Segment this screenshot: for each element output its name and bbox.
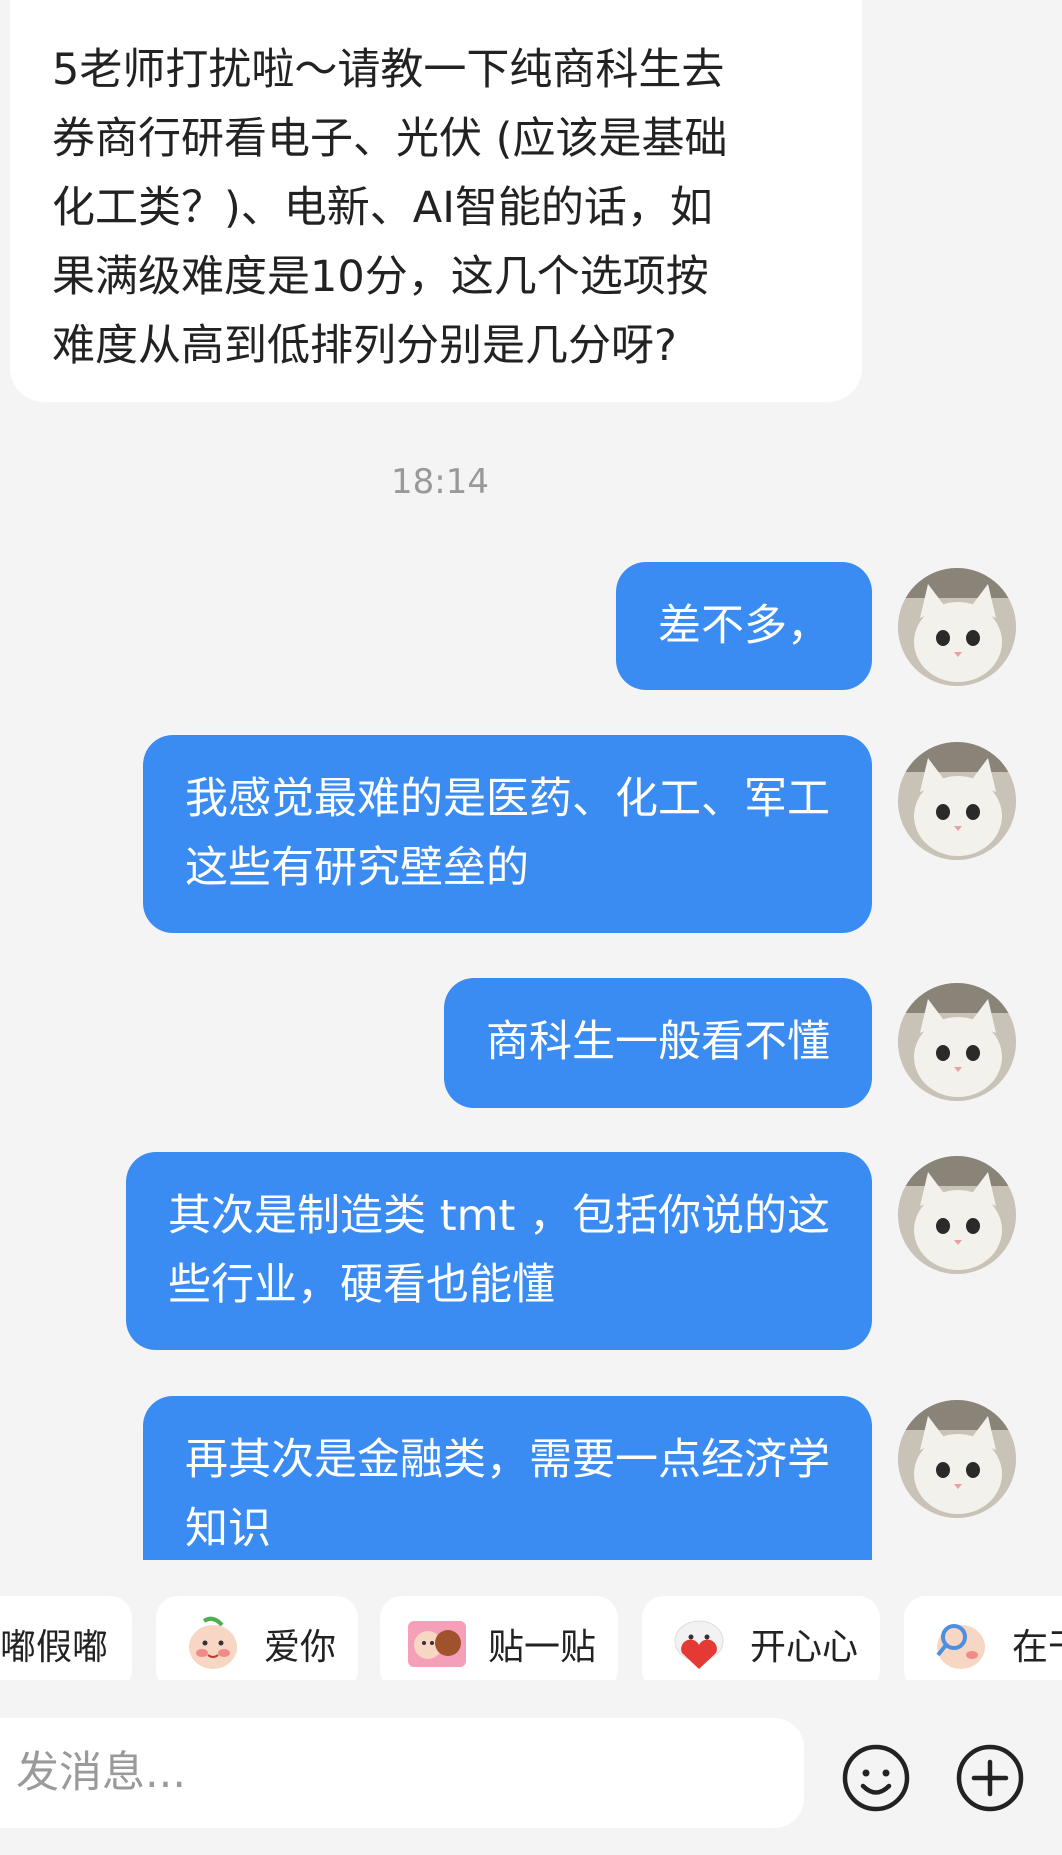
user-avatar[interactable] <box>898 568 1016 686</box>
user-avatar[interactable] <box>898 1156 1016 1274</box>
message-text-line: 商科生一般看不懂 <box>486 1017 830 1067</box>
sticker-chip[interactable]: 贴一贴 <box>380 1596 618 1680</box>
add-icon[interactable] <box>954 1742 1026 1814</box>
peeking-face-icon <box>936 1624 985 1669</box>
cat-avatar-icon <box>898 1156 1016 1274</box>
sticker-label: 嘟假嘟 <box>0 1627 109 1668</box>
sticker-label: 爱你 <box>264 1627 337 1668</box>
message-composer <box>0 1690 1062 1855</box>
user-avatar[interactable] <box>898 1400 1016 1518</box>
message-text-line: 这些有研究壁垒的 <box>185 843 529 893</box>
message-text-line: 券商行研看电子、光伏 (应该是基础 <box>52 114 728 164</box>
message-text-line: 化工类？)、电新、AI智能的话，如 <box>52 183 713 233</box>
emoji-icon[interactable] <box>840 1742 912 1814</box>
heart-holding-face-icon <box>674 1620 724 1669</box>
sticker-chip[interactable]: 在干 <box>904 1596 1062 1680</box>
message-text-line: 其次是制造类 tmt ，包括你说的这 <box>168 1191 830 1241</box>
cat-avatar-icon <box>898 568 1016 686</box>
incoming-message-bubble: 5老师打扰啦～请教一下纯商科生去 券商行研看电子、光伏 (应该是基础 化工类？)… <box>10 0 862 402</box>
outgoing-message-bubble: 其次是制造类 tmt ，包括你说的这 些行业，硬看也能懂 <box>126 1152 872 1350</box>
message-text-line: 5老师打扰啦～请教一下纯商科生去 <box>52 45 725 95</box>
user-avatar[interactable] <box>898 983 1016 1101</box>
user-avatar[interactable] <box>898 742 1016 860</box>
sticker-label: 贴一贴 <box>488 1627 597 1668</box>
cat-avatar-icon <box>898 742 1016 860</box>
message-text-line: 我感觉最难的是医药、化工、军工 <box>185 774 830 824</box>
message-text-line: 知识 <box>185 1504 271 1554</box>
message-text-line: 些行业，硬看也能懂 <box>168 1260 556 1310</box>
message-text-line: 果满级难度是10分，这几个选项按 <box>52 252 709 302</box>
message-input[interactable] <box>0 1718 804 1828</box>
outgoing-message-bubble: 商科生一般看不懂 <box>444 978 872 1108</box>
message-text-line: 难度从高到低排列分别是几分呀? <box>52 321 677 371</box>
hugging-faces-icon <box>408 1621 466 1667</box>
sticker-chip[interactable]: 开心心 <box>642 1596 880 1680</box>
message-text-line: 再其次是金融类，需要一点经济学 <box>185 1435 830 1485</box>
outgoing-message-bubble: 我感觉最难的是医药、化工、军工 这些有研究壁垒的 <box>143 735 872 933</box>
cat-avatar-icon <box>898 1400 1016 1518</box>
sticker-chip[interactable]: 爱你 <box>156 1596 358 1680</box>
cat-avatar-icon <box>898 983 1016 1101</box>
sticker-label: 开心心 <box>750 1627 859 1668</box>
sticker-label: 在干 <box>1012 1627 1062 1668</box>
message-text-line: 差不多， <box>658 601 830 651</box>
sticker-suggestion-bar: 嘟假嘟 爱你 贴一贴 开心心 在 <box>0 1560 1062 1680</box>
blushing-face-icon <box>189 1616 237 1669</box>
message-timestamp: 18:14 <box>391 462 489 502</box>
sticker-chip[interactable]: 嘟假嘟 <box>0 1596 132 1680</box>
outgoing-message-bubble: 差不多， <box>616 562 872 690</box>
